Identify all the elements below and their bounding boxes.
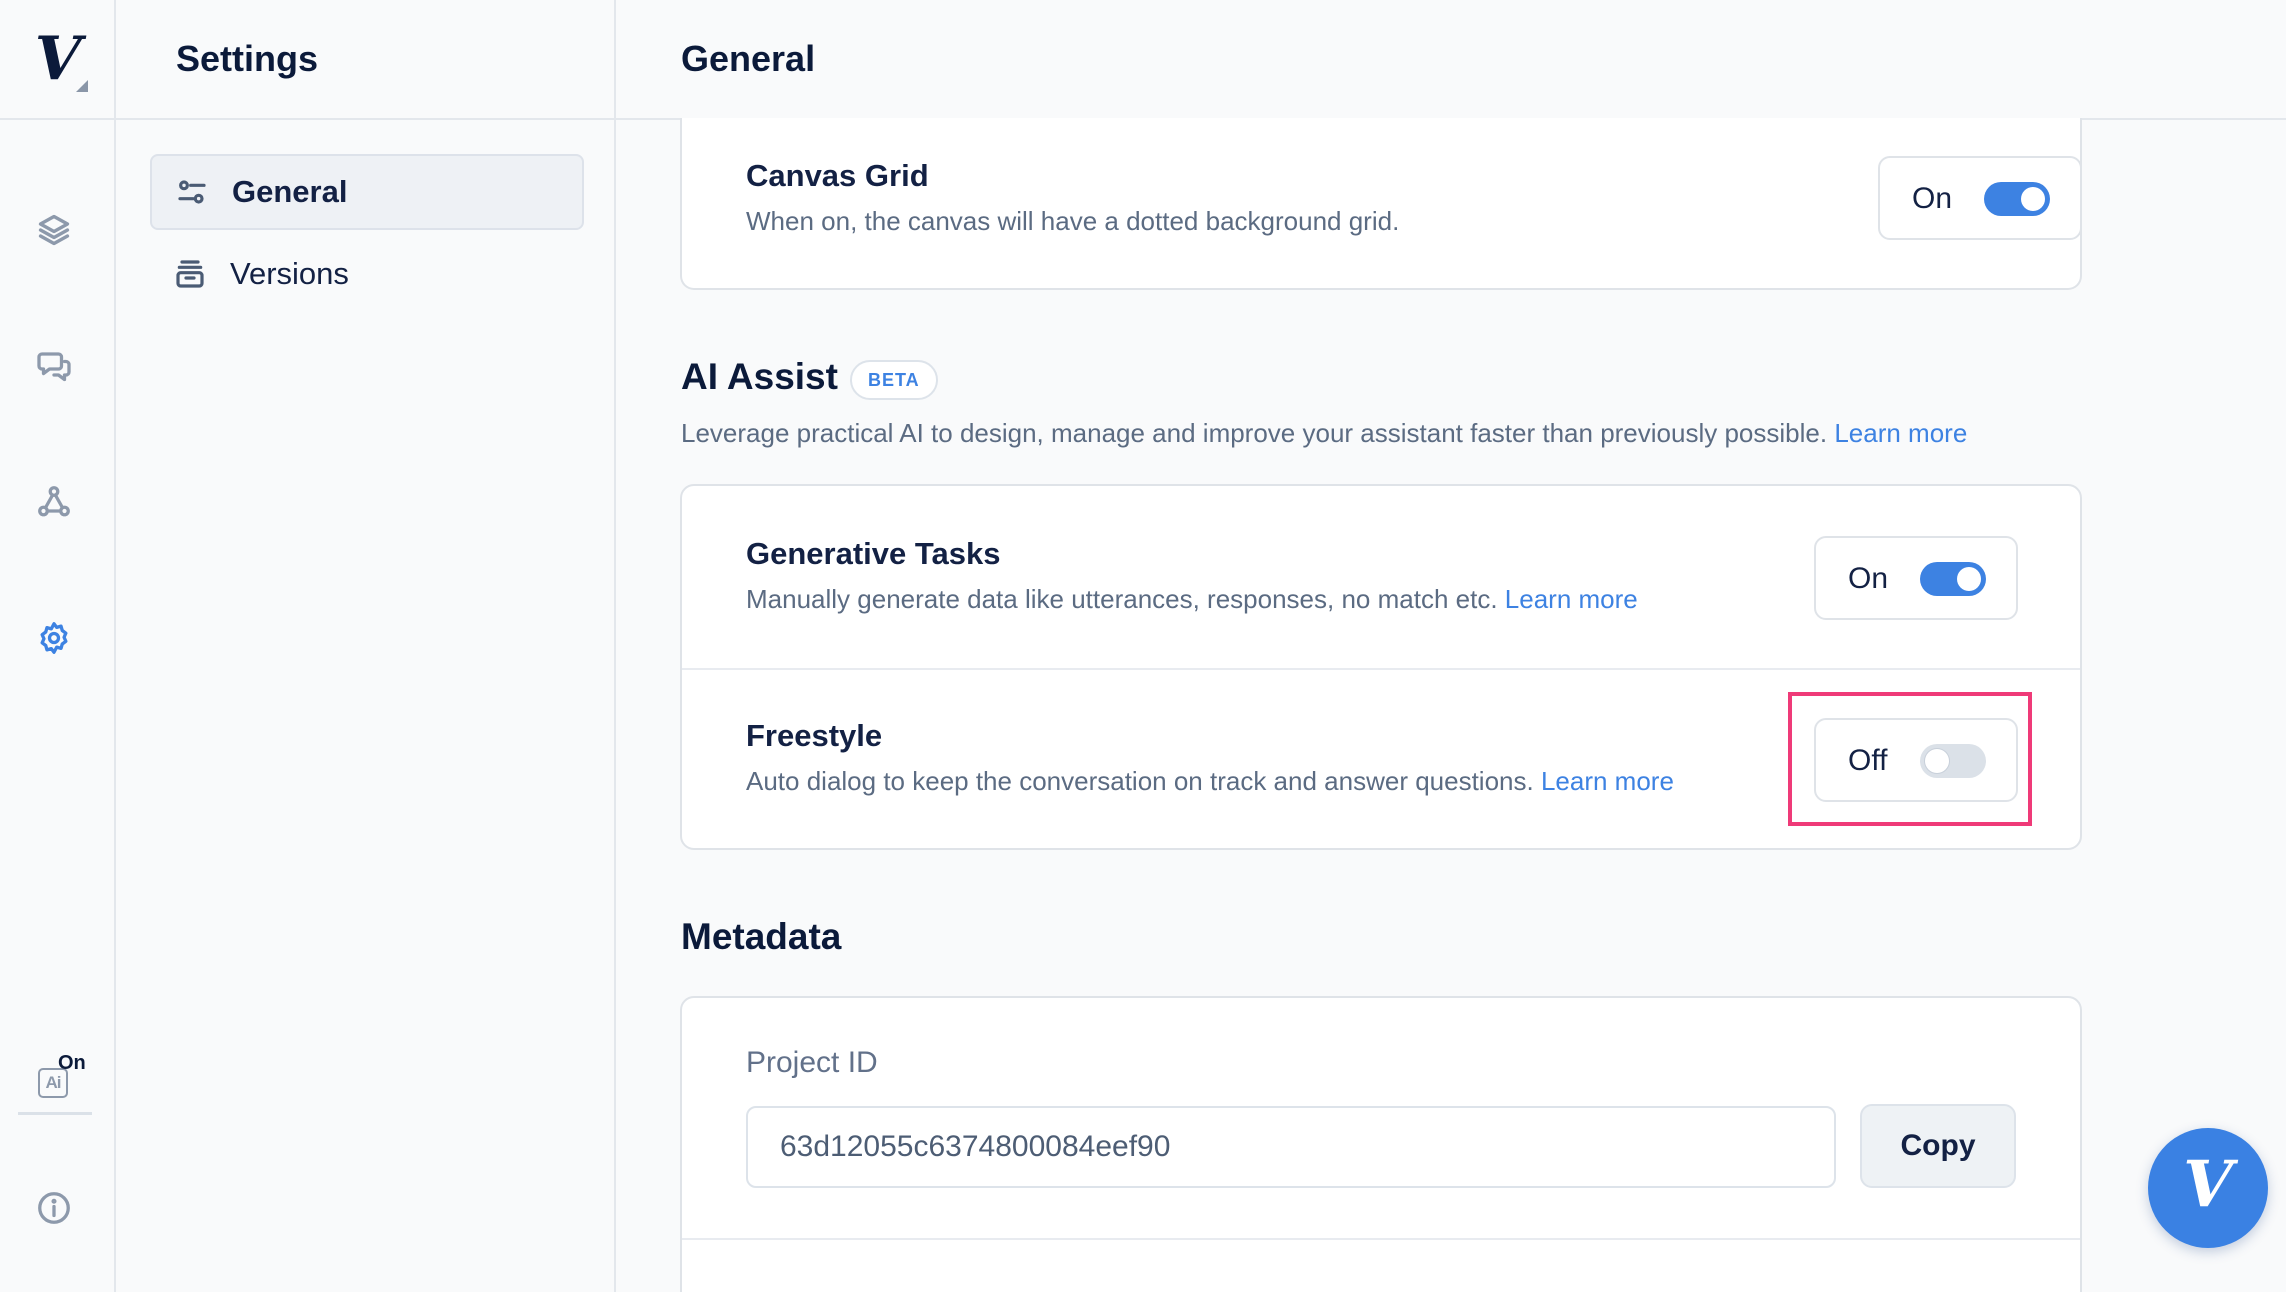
toggle-label: On: [1848, 562, 1889, 595]
settings-icon[interactable]: [34, 618, 74, 658]
generative-tasks-description: Manually generate data like utterances, …: [746, 584, 1638, 615]
info-icon[interactable]: [34, 1188, 74, 1228]
page-title: General: [616, 0, 2286, 120]
canvas-grid-description: When on, the canvas will have a dotted b…: [746, 206, 1400, 236]
project-id-label: Project ID: [746, 1046, 878, 1079]
app-logo[interactable]: V: [0, 0, 116, 120]
row-divider: [682, 668, 2080, 670]
generative-tasks-toggle[interactable]: On: [1814, 536, 2018, 620]
archive-icon: [176, 260, 204, 288]
assistant-logo-icon: V: [2183, 1147, 2233, 1222]
workflow-icon[interactable]: [34, 482, 74, 522]
nav-item-label: Versions: [230, 256, 349, 291]
freestyle-highlight-box: [1788, 692, 2032, 826]
freestyle-learn-more-link[interactable]: Learn more: [1541, 766, 1674, 796]
freestyle-title: Freestyle: [746, 718, 883, 753]
ai-assist-description-text: Leverage practical AI to design, manage …: [681, 418, 1828, 448]
ai-assist-toggle[interactable]: Ai On: [38, 1052, 90, 1102]
layers-icon[interactable]: [34, 210, 74, 250]
settings-nav: Settings General Versions: [116, 0, 616, 1292]
ai-toggle-state: On: [58, 1052, 86, 1074]
rail-divider: [18, 1112, 92, 1115]
canvas-grid-title: Canvas Grid: [746, 158, 929, 193]
toggle-switch[interactable]: [1984, 182, 2050, 216]
icon-rail: V Ai On: [0, 0, 116, 1292]
logo-corner-icon: [76, 80, 88, 92]
ai-assist-card: Generative Tasks Manually generate data …: [680, 484, 2082, 850]
generative-tasks-description-text: Manually generate data like utterances, …: [746, 584, 1498, 614]
copy-button[interactable]: Copy: [1860, 1104, 2016, 1188]
ai-assist-learn-more-link[interactable]: Learn more: [1834, 418, 1967, 448]
logo-letter: V: [34, 24, 82, 94]
nav-item-label: General: [232, 174, 348, 209]
metadata-title: Metadata: [681, 916, 842, 957]
toggle-knob: [2021, 187, 2045, 211]
chat-icon[interactable]: [34, 346, 74, 386]
canvas-grid-toggle[interactable]: On: [1878, 156, 2082, 240]
toggle-knob: [1957, 567, 1981, 591]
toggle-switch[interactable]: [1920, 562, 1986, 596]
generative-tasks-learn-more-link[interactable]: Learn more: [1505, 584, 1638, 614]
ai-assist-title: AI Assist: [681, 356, 838, 397]
nav-item-general[interactable]: General: [150, 154, 584, 230]
row-divider: [682, 1238, 2080, 1240]
nav-item-versions[interactable]: Versions: [150, 236, 584, 312]
metadata-card: Project ID 63d12055c6374800084eef90 Copy: [680, 996, 2082, 1292]
nav-title: Settings: [116, 0, 614, 120]
toggle-label: On: [1912, 182, 1953, 215]
main-panel: General Canvas Grid When on, the canvas …: [616, 0, 2286, 1292]
freestyle-description-text: Auto dialog to keep the conversation on …: [746, 766, 1534, 796]
beta-badge: BETA: [850, 360, 938, 400]
ai-assist-description: Leverage practical AI to design, manage …: [681, 418, 1967, 449]
canvas-grid-card: Canvas Grid When on, the canvas will hav…: [680, 118, 2082, 290]
assistant-launcher-button[interactable]: V: [2148, 1128, 2268, 1248]
freestyle-description: Auto dialog to keep the conversation on …: [746, 766, 1674, 797]
project-id-field[interactable]: 63d12055c6374800084eef90: [746, 1106, 1836, 1188]
sliders-icon: [178, 180, 206, 204]
generative-tasks-title: Generative Tasks: [746, 536, 1001, 571]
